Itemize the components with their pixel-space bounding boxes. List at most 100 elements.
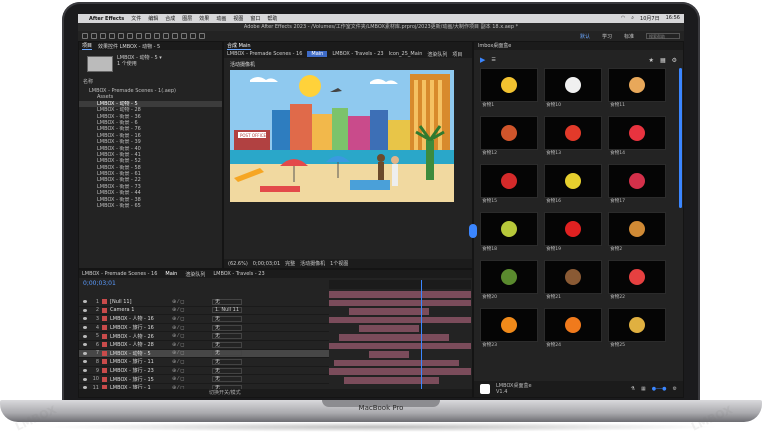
- library-thumbnail[interactable]: [480, 260, 538, 294]
- library-thumbnail[interactable]: [544, 164, 602, 198]
- visibility-eye-icon[interactable]: [83, 334, 87, 338]
- library-item[interactable]: 食物1: [480, 68, 538, 112]
- comp-tab-icon[interactable]: Icon_25_Main: [389, 51, 423, 57]
- layer-row[interactable]: 5 LMBOX - 人物 - 26 ⊕ ⁄ ◻ 无: [79, 332, 329, 341]
- layer-duration-bar[interactable]: [334, 359, 459, 367]
- layer-switches[interactable]: ⊕ ⁄ ◻: [172, 350, 212, 356]
- library-thumbnail[interactable]: [608, 212, 666, 246]
- library-item[interactable]: 食物10: [544, 68, 602, 112]
- library-item[interactable]: 食物25: [608, 308, 666, 352]
- shape-tool-icon[interactable]: [145, 33, 151, 39]
- library-item[interactable]: 食物22: [608, 260, 666, 304]
- brush-tool-icon[interactable]: [172, 33, 178, 39]
- layer-track[interactable]: [329, 333, 471, 342]
- layer-duration-bar[interactable]: [329, 299, 471, 307]
- layer-row[interactable]: 2 Camera 1 ⊕ ⁄ ◻ 1. Null 11: [79, 307, 329, 316]
- layer-duration-bar[interactable]: [339, 333, 449, 341]
- eraser-tool-icon[interactable]: [190, 33, 196, 39]
- layer-name[interactable]: LMBOX - 动物 - 5: [110, 350, 172, 357]
- layer-name[interactable]: LMBOX - 旅行 - 11: [110, 358, 172, 365]
- layer-switches[interactable]: ⊕ ⁄ ◻: [172, 376, 212, 382]
- comp-tab-render[interactable]: 渲染队列: [427, 51, 447, 58]
- library-thumbnail[interactable]: [608, 308, 666, 342]
- flask-icon[interactable]: ⚗: [631, 386, 635, 392]
- menu-view[interactable]: 视图: [233, 15, 243, 22]
- menubar-app-name[interactable]: After Effects: [89, 16, 124, 22]
- layer-parent-select[interactable]: 无: [212, 350, 242, 357]
- visibility-eye-icon[interactable]: [83, 317, 87, 321]
- layer-label-color[interactable]: [102, 325, 107, 331]
- comp-tab-main[interactable]: Main: [307, 51, 328, 57]
- library-thumbnail[interactable]: [480, 164, 538, 198]
- layer-name[interactable]: LMBOX - 旅行 - 23: [110, 367, 172, 374]
- menu-icon[interactable]: ☰: [491, 57, 495, 63]
- layer-switches[interactable]: ⊕ ⁄ ◻: [172, 325, 212, 331]
- play-icon[interactable]: ▶: [480, 56, 485, 64]
- pan-tool-icon[interactable]: [136, 33, 142, 39]
- search-icon[interactable]: ⌕: [631, 15, 634, 22]
- layer-track[interactable]: [329, 299, 471, 308]
- library-thumbnail[interactable]: [480, 212, 538, 246]
- workspace-standard[interactable]: 标准: [624, 33, 634, 40]
- library-thumbnail[interactable]: [544, 260, 602, 294]
- project-tree-item[interactable]: LMBOX - 街景 - 65: [79, 203, 222, 209]
- layer-name[interactable]: LMBOX - 旅行 - 16: [110, 324, 172, 331]
- zoom-level[interactable]: (62.6%): [228, 261, 248, 267]
- library-thumbnail[interactable]: [544, 212, 602, 246]
- menu-window[interactable]: 窗口: [250, 15, 260, 22]
- library-item[interactable]: 食物14: [608, 116, 666, 160]
- wifi-icon[interactable]: ◠: [621, 15, 625, 22]
- visibility-eye-icon[interactable]: [83, 300, 87, 304]
- layer-label-color[interactable]: [102, 333, 107, 339]
- layer-switches[interactable]: ⊕ ⁄ ◻: [172, 342, 212, 348]
- layer-duration-bar[interactable]: [329, 368, 471, 375]
- library-thumbnail[interactable]: [608, 260, 666, 294]
- help-search-input[interactable]: 搜索帮助: [646, 32, 680, 39]
- library-scrollbar[interactable]: [679, 68, 682, 208]
- layer-label-color[interactable]: [102, 376, 107, 382]
- layer-parent-select[interactable]: 无: [212, 376, 242, 383]
- composition-viewer[interactable]: POST OFFICE: [230, 70, 454, 202]
- visibility-eye-icon[interactable]: [83, 308, 87, 312]
- layer-duration-bar[interactable]: [329, 342, 471, 350]
- layer-row[interactable]: 10 LMBOX - 旅行 - 15 ⊕ ⁄ ◻ 无: [79, 375, 329, 384]
- layer-name[interactable]: LMBOX - 旅行 - 15: [110, 376, 172, 383]
- visibility-eye-icon[interactable]: [83, 351, 87, 355]
- layer-track[interactable]: [329, 316, 471, 325]
- current-time-indicator[interactable]: [421, 280, 422, 397]
- timeline-timecode[interactable]: 0;00;03;01: [83, 280, 116, 287]
- timeline-tab-render[interactable]: 渲染队列: [185, 271, 205, 278]
- settings-icon[interactable]: ⚙: [672, 57, 677, 64]
- comp-tab-travels[interactable]: LMBOX - Travels - 23: [332, 51, 383, 57]
- library-item[interactable]: 食物23: [480, 308, 538, 352]
- library-thumbnail[interactable]: [608, 164, 666, 198]
- layer-label-color[interactable]: [102, 299, 107, 305]
- type-tool-icon[interactable]: [163, 33, 169, 39]
- layer-switches[interactable]: ⊕ ⁄ ◻: [172, 307, 212, 313]
- layer-row[interactable]: 4 LMBOX - 旅行 - 16 ⊕ ⁄ ◻ 无: [79, 324, 329, 333]
- timeline-tab-main[interactable]: Main: [165, 271, 177, 277]
- layer-duration-bar[interactable]: [359, 325, 419, 332]
- home-tool-icon[interactable]: [82, 33, 88, 39]
- menu-animation[interactable]: 动画: [216, 15, 226, 22]
- tab-project[interactable]: 项目: [82, 42, 93, 50]
- viewer-timecode[interactable]: 0;00;03;01: [253, 261, 280, 267]
- layer-name[interactable]: LMBOX - 人物 - 16: [110, 315, 172, 322]
- library-item[interactable]: 食物16: [544, 164, 602, 208]
- layer-track[interactable]: [329, 307, 471, 316]
- comp-tab-project[interactable]: 项目: [452, 51, 462, 58]
- library-thumbnail[interactable]: [480, 68, 538, 102]
- layer-name[interactable]: LMBOX - 人物 - 28: [110, 341, 172, 348]
- views-select[interactable]: 1个视图: [330, 260, 348, 267]
- project-column-name[interactable]: 名称: [83, 78, 93, 85]
- library-thumbnail[interactable]: [544, 308, 602, 342]
- layer-switches[interactable]: ⊕ ⁄ ◻: [172, 368, 212, 374]
- layer-track[interactable]: [329, 350, 471, 359]
- layer-track[interactable]: [329, 367, 471, 376]
- library-thumbnail[interactable]: [480, 308, 538, 342]
- time-ruler[interactable]: [329, 280, 471, 289]
- library-item[interactable]: 食物18: [480, 212, 538, 256]
- menu-file[interactable]: 文件: [131, 15, 141, 22]
- layer-duration-bar[interactable]: [349, 308, 429, 315]
- library-item[interactable]: 食物15: [480, 164, 538, 208]
